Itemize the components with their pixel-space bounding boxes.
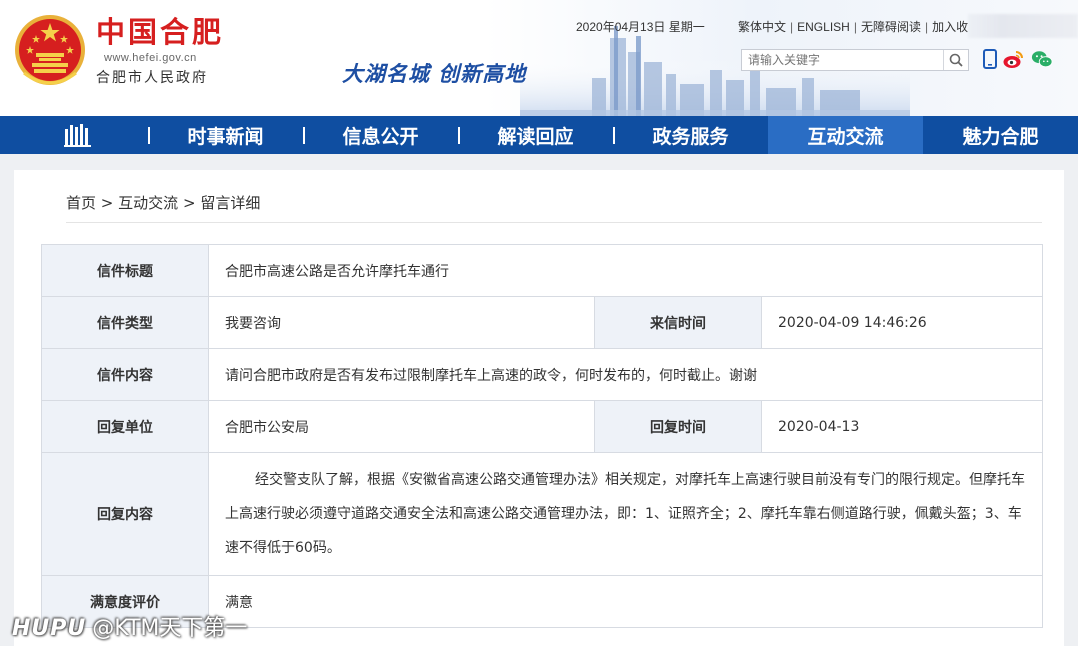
content-card: 首页 > 互动交流 > 留言详细 信件标题 合肥市高速公路是否允许摩托车通行 信… [14,170,1064,646]
home-logo-icon [64,124,91,147]
nav-item-news[interactable]: 时事新闻 [148,116,303,154]
breadcrumb: 首页 > 互动交流 > 留言详细 [66,192,260,213]
nav-item-interaction[interactable]: 互动交流 [768,116,923,154]
type-value: 我要咨询 [208,296,595,349]
site-url: www.hefei.gov.cn [104,52,197,64]
nav-separator [613,127,615,144]
nav-label: 时事新闻 [187,125,264,148]
breadcrumb-current: 留言详细 [200,194,261,212]
breadcrumb-separator: > [182,194,196,212]
watermark: HUPU @KTM天下第一 [12,610,247,642]
reply-content-value: 经交警支队了解，根据《安徽省高速公路交通管理办法》相关规定，对摩托车上高速行驶目… [225,472,1025,556]
table-row: 回复单位 合肥市公安局 回复时间 2020-04-13 [41,400,1044,453]
main-nav: 时事新闻 信息公开 解读回应 政务服务 互动交流 魅力合肥 [0,116,1078,154]
title-value: 合肥市高速公路是否允许摩托车通行 [207,244,1044,297]
wechat-icon[interactable] [1031,48,1053,70]
reply-time-value: 2020-04-13 [760,400,1044,453]
date-text: 2020年04月13日 星期一 [576,20,705,34]
search-box [741,49,969,71]
letter-time-value: 2020-04-09 14:46:26 [760,296,1044,349]
nav-item-charm[interactable]: 魅力合肥 [923,116,1078,154]
search-input[interactable] [748,51,938,69]
breadcrumb-section[interactable]: 互动交流 [118,194,178,212]
nav-separator [458,127,460,144]
nav-home[interactable] [0,116,148,154]
site-subtitle: 合肥市人民政府 [96,70,208,86]
watermark-user: @KTM天下第一 [92,616,248,641]
letter-detail-table: 信件标题 合肥市高速公路是否允许摩托车通行 信件类型 我要咨询 来信时间 202… [41,244,1044,628]
site-name[interactable]: 中国合肥 [96,14,224,50]
nav-label: 互动交流 [807,125,884,148]
table-row: 信件类型 我要咨询 来信时间 2020-04-09 14:46:26 [41,296,1044,349]
link-english[interactable]: ENGLISH [797,20,850,34]
link-separator: | [790,20,794,34]
table-row: 回复内容 经交警支队了解，根据《安徽省高速公路交通管理办法》相关规定，对摩托车上… [41,452,1044,576]
letter-time-label: 来信时间 [594,296,762,349]
reply-content-label: 回复内容 [41,452,209,576]
breadcrumb-separator: > [100,194,114,212]
table-row: 信件内容 请问合肥市政府是否有发布过限制摩托车上高速的政令，何时发布的，何时截止… [41,348,1044,401]
title-label: 信件标题 [41,244,209,297]
search-icon [949,53,963,67]
reply-time-label: 回复时间 [594,400,762,453]
nav-item-interpretation[interactable]: 解读回应 [458,116,613,154]
link-separator: | [853,20,857,34]
national-emblem-icon[interactable] [14,13,86,89]
mobile-icon[interactable] [979,48,1001,70]
nav-label: 信息公开 [342,125,419,148]
nav-separator [303,127,305,144]
nav-label: 解读回应 [497,125,574,148]
redacted-area [968,14,1078,38]
satisfaction-value: 满意 [207,575,1044,628]
table-row: 信件标题 合肥市高速公路是否允许摩托车通行 [41,244,1044,297]
link-accessibility[interactable]: 无障碍阅读 [861,20,921,34]
link-separator: | [924,20,929,34]
reply-content-cell: 经交警支队了解，根据《安徽省高速公路交通管理办法》相关规定，对摩托车上高速行驶目… [207,452,1044,576]
reply-unit-label: 回复单位 [41,400,209,453]
slogan: 大湖名城 创新高地 [342,61,527,86]
nav-label: 魅力合肥 [962,125,1039,148]
site-header: 中国合肥 www.hefei.gov.cn 合肥市人民政府 大湖名城 创新高地 … [0,0,1078,116]
content-value: 请问合肥市政府是否有发布过限制摩托车上高速的政令，何时发布的，何时截止。谢谢 [207,348,1044,401]
top-links: 繁体中文 | ENGLISH | 无障碍阅读 | 加入收 [738,18,968,35]
nav-item-services[interactable]: 政务服务 [613,116,768,154]
nav-separator [148,127,150,144]
reply-unit-value: 合肥市公安局 [208,400,595,453]
type-label: 信件类型 [41,296,209,349]
link-bookmark[interactable]: 加入收 [932,20,968,34]
weibo-icon[interactable] [1002,48,1024,70]
nav-item-info-public[interactable]: 信息公开 [303,116,458,154]
breadcrumb-divider [66,222,1042,223]
watermark-brand: HUPU [12,616,87,641]
content-label: 信件内容 [41,348,209,401]
link-traditional-chinese[interactable]: 繁体中文 [738,20,786,34]
nav-label: 政务服务 [652,125,729,148]
search-button[interactable] [943,50,968,70]
breadcrumb-home[interactable]: 首页 [66,194,96,212]
